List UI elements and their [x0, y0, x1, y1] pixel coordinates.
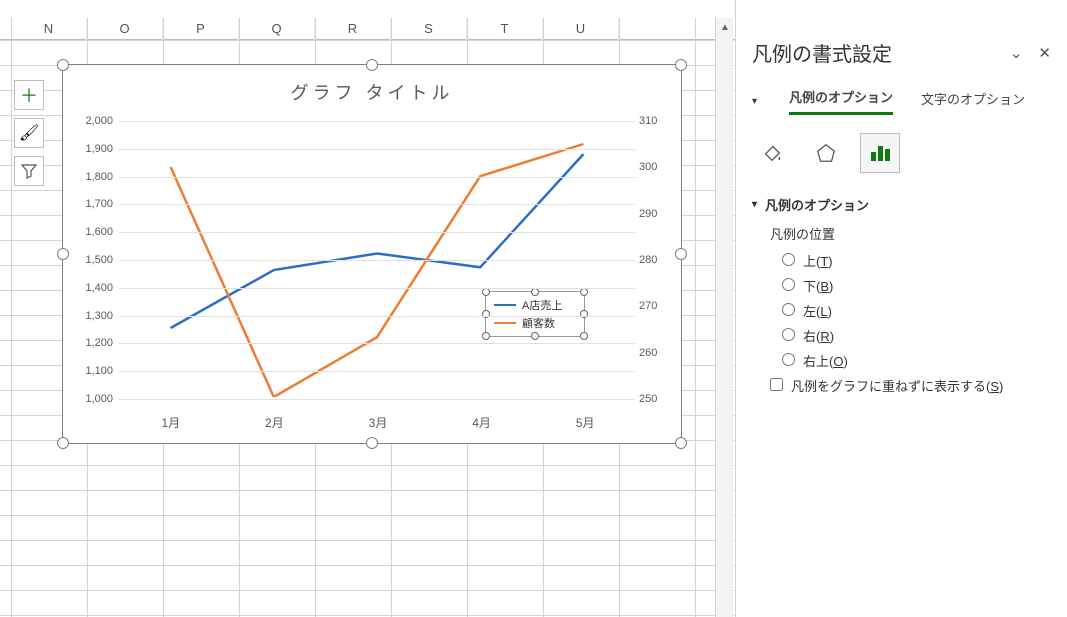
brush-icon: 🖌 — [19, 123, 39, 143]
resize-handle[interactable] — [580, 310, 588, 318]
effects-tab[interactable] — [806, 133, 846, 173]
x-tick: 1月 — [161, 414, 180, 431]
resize-handle[interactable] — [482, 288, 490, 296]
y-right-tick: 280 — [639, 254, 679, 266]
y-left-tick: 1,900 — [67, 143, 113, 155]
bar-chart-icon — [868, 142, 892, 164]
y-right-tick: 260 — [639, 347, 679, 359]
chart-styles-button[interactable]: 🖌 — [14, 118, 44, 148]
pentagon-icon — [815, 142, 837, 164]
resize-handle[interactable] — [366, 437, 378, 449]
funnel-icon — [21, 163, 37, 179]
y-right-tick: 300 — [639, 161, 679, 173]
legend-label: A店売上 — [522, 297, 562, 313]
chart-lines — [119, 121, 635, 397]
resize-handle[interactable] — [675, 437, 687, 449]
y-left-tick: 1,600 — [67, 226, 113, 238]
legend[interactable]: A店売上顧客数 — [485, 291, 585, 337]
legend-label: 顧客数 — [522, 315, 555, 331]
resize-handle[interactable] — [580, 332, 588, 340]
legend-swatch — [494, 322, 516, 324]
y-left-tick: 1,400 — [67, 282, 113, 294]
tab-text-options[interactable]: 文字のオプション — [921, 89, 1025, 114]
radio-bottom[interactable]: 下(B) — [782, 276, 1051, 295]
y-left-tick: 1,800 — [67, 171, 113, 183]
y-left-tick: 1,300 — [67, 310, 113, 322]
resize-handle[interactable] — [482, 310, 490, 318]
pane-title: 凡例の書式設定 — [752, 38, 892, 67]
resize-handle[interactable] — [482, 332, 490, 340]
radio-topright[interactable]: 右上(O) — [782, 351, 1051, 370]
resize-handle[interactable] — [531, 332, 539, 340]
resize-handle[interactable] — [531, 288, 539, 296]
paint-bucket-icon — [761, 142, 783, 164]
y-left-tick: 1,700 — [67, 198, 113, 210]
plot-area[interactable]: A店売上顧客数 2,0001,9001,8001,7001,6001,5001,… — [119, 121, 635, 397]
chevron-down-icon: ▾ — [752, 199, 757, 210]
y-right-tick: 290 — [639, 208, 679, 220]
legend-entry[interactable]: A店売上 — [494, 296, 576, 314]
legend-entry[interactable]: 顧客数 — [494, 314, 576, 332]
y-left-tick: 1,200 — [67, 337, 113, 349]
radio-top[interactable]: 上(T) — [782, 251, 1051, 270]
x-tick: 3月 — [369, 414, 388, 431]
y-left-tick: 1,000 — [67, 393, 113, 405]
y-right-tick: 250 — [639, 393, 679, 405]
legend-no-overlap-checkbox[interactable]: 凡例をグラフに重ねずに表示する(S) — [770, 379, 1003, 394]
y-right-tick: 270 — [639, 300, 679, 312]
format-legend-pane: 凡例の書式設定 ⌄ ✕ ▾ 凡例のオプション 文字のオプション ▾ 凡例のオプシ… — [735, 0, 1067, 617]
y-left-tick: 2,000 — [67, 115, 113, 127]
resize-handle[interactable] — [57, 437, 69, 449]
legend-position-label: 凡例の位置 — [770, 224, 1051, 243]
chevron-down-icon: ▾ — [752, 96, 757, 107]
y-left-tick: 1,100 — [67, 365, 113, 377]
resize-handle[interactable] — [57, 59, 69, 71]
radio-left[interactable]: 左(L) — [782, 301, 1051, 320]
resize-handle[interactable] — [675, 59, 687, 71]
resize-handle[interactable] — [580, 288, 588, 296]
vertical-scrollbar[interactable]: ▲ — [715, 18, 733, 617]
x-tick: 5月 — [576, 414, 595, 431]
tab-legend-options[interactable]: 凡例のオプション — [789, 87, 893, 115]
y-right-tick: 310 — [639, 115, 679, 127]
scroll-up-arrow[interactable]: ▲ — [716, 18, 734, 36]
plus-icon: ＋ — [20, 82, 38, 108]
chart-add-element-button[interactable]: ＋ — [14, 80, 44, 110]
chart-object[interactable]: グラフ タイトル A店売上顧客数 2,000 1,900 1,800 1,700 1,6… — [62, 64, 682, 444]
chart-filter-button[interactable] — [14, 156, 44, 186]
pane-close-icon[interactable]: ✕ — [1038, 44, 1051, 62]
x-tick: 2月 — [265, 414, 284, 431]
section-legend-options[interactable]: ▾ 凡例のオプション — [752, 195, 1051, 214]
x-tick: 4月 — [472, 414, 491, 431]
fill-outline-tab[interactable] — [752, 133, 792, 173]
y-left-tick: 1,500 — [67, 254, 113, 266]
legend-swatch — [494, 304, 516, 306]
radio-right[interactable]: 右(R) — [782, 326, 1051, 345]
chart-title[interactable]: グラフ タイトル — [63, 65, 681, 111]
resize-handle[interactable] — [366, 59, 378, 71]
section-title: 凡例のオプション — [765, 195, 869, 214]
pane-options-caret[interactable]: ⌄ — [1010, 44, 1023, 62]
legend-position-radios: 上(T) 下(B) 左(L) 右(R) 右上(O) — [782, 251, 1051, 370]
legend-properties-tab[interactable] — [860, 133, 900, 173]
